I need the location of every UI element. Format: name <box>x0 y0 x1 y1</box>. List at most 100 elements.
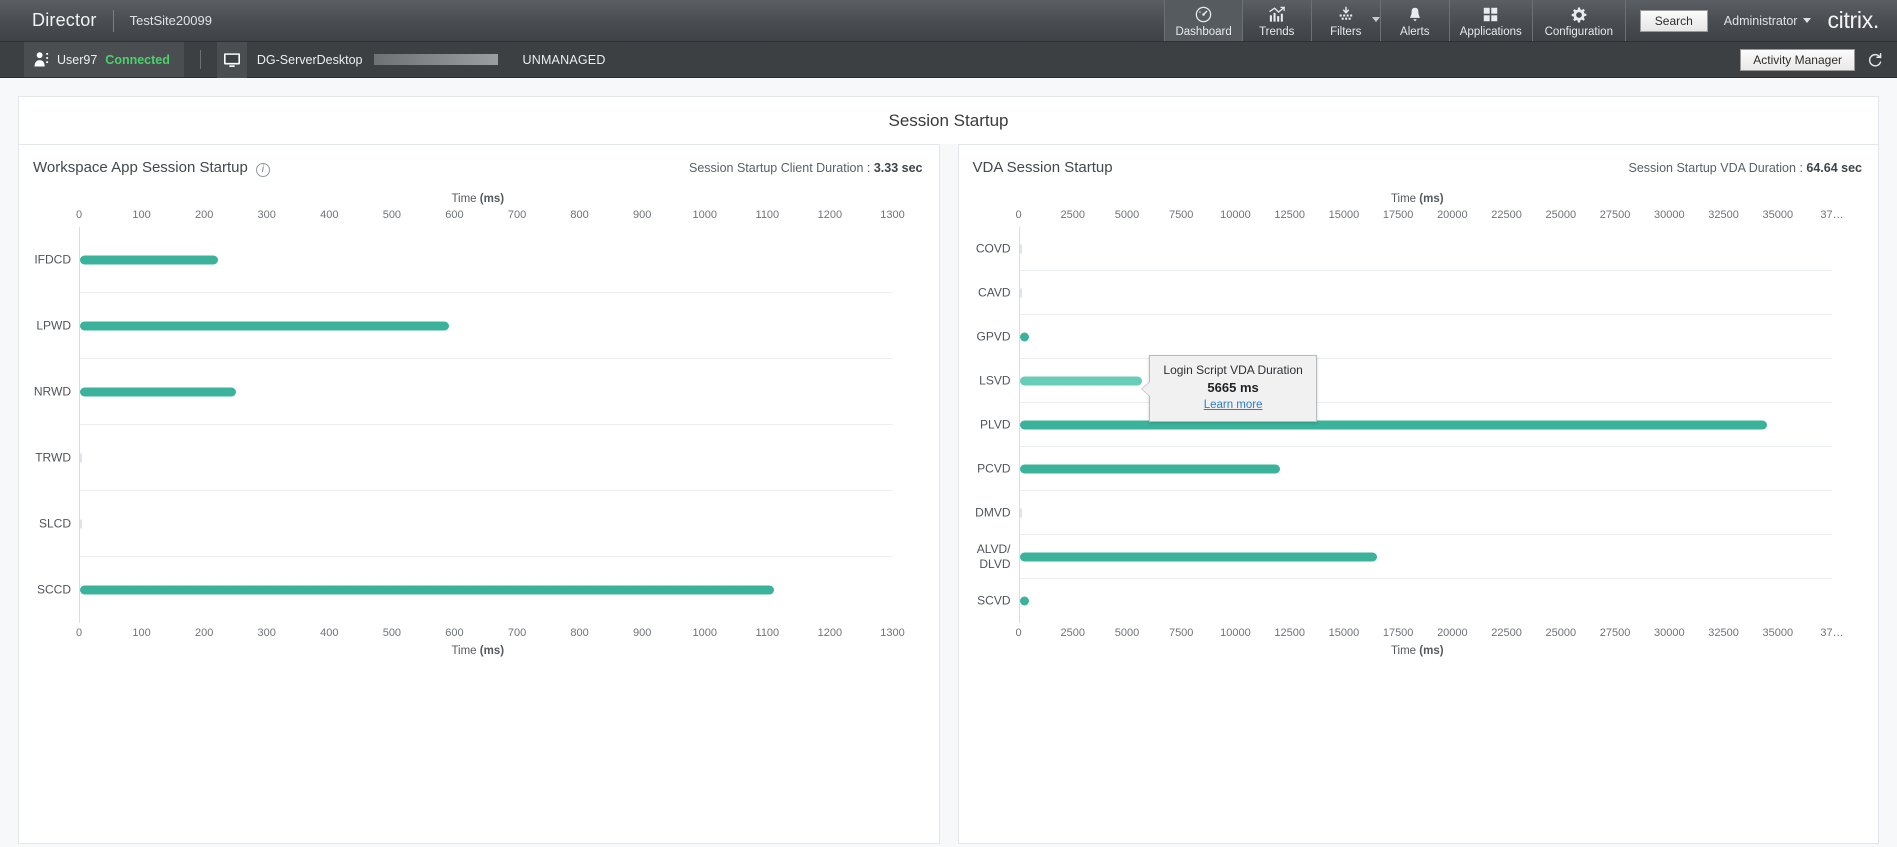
duration-value: 3.33 sec <box>874 161 923 175</box>
panel-header: VDA Session Startup Session Startup VDA … <box>973 159 1863 185</box>
category-label: PLVD <box>980 417 1010 432</box>
x-tick-label: 15000 <box>1329 209 1360 221</box>
main-nav: Dashboard Trends <box>1164 0 1625 41</box>
bell-icon <box>1406 5 1424 25</box>
citrix-logo: citrix. <box>1827 7 1879 34</box>
nav-label-dashboard: Dashboard <box>1175 26 1231 38</box>
activity-manager-button[interactable]: Activity Manager <box>1740 49 1855 71</box>
nav-item-filters[interactable]: Filters <box>1312 0 1380 41</box>
bar[interactable] <box>1020 508 1022 517</box>
x-tick-label: 1200 <box>818 627 842 639</box>
grid-icon <box>1481 5 1500 25</box>
x-axis-unit-text: (ms) <box>1419 193 1443 205</box>
bar[interactable] <box>80 453 82 462</box>
x-tick-label: 35000 <box>1762 627 1793 639</box>
bar[interactable] <box>80 519 82 528</box>
nav-item-alerts[interactable]: Alerts <box>1381 0 1449 41</box>
nav-label-alerts: Alerts <box>1400 26 1429 38</box>
category-label: SCVD <box>977 594 1010 609</box>
chart-row: DMVD <box>1020 491 1833 535</box>
x-tick-label: 35000 <box>1762 209 1793 221</box>
bar[interactable] <box>80 255 218 264</box>
x-axis-unit-text-bottom: (ms) <box>480 645 504 657</box>
header-spacer <box>212 0 1164 41</box>
nav-item-configuration[interactable]: Configuration <box>1533 0 1625 41</box>
bar[interactable] <box>1020 332 1030 341</box>
x-tick-label: 20000 <box>1437 627 1468 639</box>
x-tick-label: 1100 <box>756 209 780 221</box>
x-tick-label: 1300 <box>880 209 904 221</box>
machine-chip[interactable]: DG-ServerDesktop UNMANAGED <box>217 42 606 77</box>
x-axis-caption-bottom: Time (ms) <box>33 645 923 657</box>
x-tick-label: 30000 <box>1654 209 1685 221</box>
nav-label-filters: Filters <box>1330 26 1361 38</box>
x-tick-label: 15000 <box>1329 627 1360 639</box>
category-label: PCVD <box>977 461 1010 476</box>
category-label: ALVD/ DLVD <box>977 542 1011 572</box>
x-axis-ticks-top: 0250050007500100001250015000175002000022… <box>1019 209 1833 227</box>
bar[interactable] <box>1020 244 1022 253</box>
category-label: LPWD <box>36 318 71 333</box>
page-title-bar: Session Startup <box>18 96 1879 144</box>
learn-more-link[interactable]: Learn more <box>1204 399 1263 411</box>
x-axis-unit-text-bottom: (ms) <box>1419 645 1443 657</box>
nav-item-applications[interactable]: Applications <box>1450 0 1532 41</box>
chart-row: GPVD <box>1020 315 1833 359</box>
bar[interactable] <box>80 321 449 330</box>
category-label: SLCD <box>39 516 71 531</box>
bar[interactable] <box>1020 597 1030 606</box>
gear-icon <box>1570 5 1588 25</box>
x-tick-label: 7500 <box>1169 627 1193 639</box>
status-badge: Connected <box>105 53 170 67</box>
bar[interactable] <box>1020 376 1143 385</box>
chevron-down-icon[interactable] <box>1372 17 1380 22</box>
bar[interactable] <box>1020 288 1022 297</box>
administrator-menu[interactable]: Administrator <box>1724 14 1812 28</box>
x-tick-label: 400 <box>320 627 338 639</box>
bar[interactable] <box>1020 420 1768 429</box>
x-tick-label: 27500 <box>1600 627 1631 639</box>
refresh-icon[interactable] <box>1863 48 1887 72</box>
x-tick-label: 10000 <box>1220 209 1251 221</box>
user-icon <box>34 51 49 68</box>
duration-value: 64.64 sec <box>1806 161 1862 175</box>
chevron-down-icon <box>1803 18 1811 23</box>
x-tick-label: 1300 <box>880 627 904 639</box>
session-toolbar-right: Activity Manager <box>1740 42 1897 77</box>
x-tick-label: 1200 <box>818 209 842 221</box>
bar[interactable] <box>80 586 774 595</box>
chart-row: SCCD <box>80 557 893 623</box>
session-toolbar: User97 Connected DG-ServerDesktop UNMANA… <box>0 42 1897 78</box>
x-tick-label: 32500 <box>1708 627 1739 639</box>
user-chip[interactable]: User97 Connected <box>24 42 184 77</box>
page-title: Session Startup <box>888 111 1008 131</box>
x-tick-label: 12500 <box>1274 627 1305 639</box>
x-tick-label: 300 <box>258 209 276 221</box>
x-tick-label: 22500 <box>1491 209 1522 221</box>
brand-name: Director <box>32 10 97 31</box>
gauge-icon <box>1194 5 1213 25</box>
session-startup-client-duration: Session Startup Client Duration : 3.33 s… <box>689 161 923 175</box>
nav-item-trends[interactable]: Trends <box>1243 0 1311 41</box>
x-tick-label: 200 <box>195 209 213 221</box>
info-icon[interactable]: i <box>256 163 270 177</box>
category-label: SCCD <box>37 583 71 598</box>
x-tick-label: 500 <box>383 627 401 639</box>
bar[interactable] <box>1020 464 1280 473</box>
search-button[interactable]: Search <box>1640 10 1708 32</box>
x-tick-label: 37… <box>1820 627 1843 639</box>
x-tick-label: 5000 <box>1115 627 1139 639</box>
x-tick-label: 12500 <box>1274 209 1305 221</box>
chart-row: TRWD <box>80 425 893 491</box>
x-tick-label: 5000 <box>1115 209 1139 221</box>
category-label: GPVD <box>976 329 1010 344</box>
nav-item-dashboard[interactable]: Dashboard <box>1165 0 1241 41</box>
category-label: TRWD <box>35 450 71 465</box>
chart-row: LSVD <box>1020 359 1833 403</box>
x-axis-label-text: Time <box>451 193 479 205</box>
x-axis-label-text-bottom: Time <box>1391 645 1419 657</box>
x-tick-label: 25000 <box>1546 209 1577 221</box>
bar[interactable] <box>80 387 236 396</box>
bar[interactable] <box>1020 552 1378 561</box>
nav-label-applications: Applications <box>1460 26 1522 38</box>
